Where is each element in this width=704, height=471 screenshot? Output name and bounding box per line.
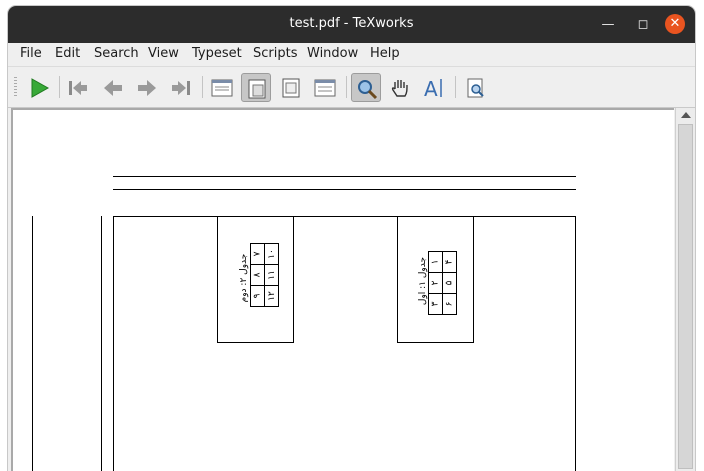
table-cell: ۱۰ bbox=[264, 243, 279, 265]
close-button[interactable]: ✕ bbox=[665, 14, 685, 34]
menu-search[interactable]: Search bbox=[94, 46, 139, 61]
table-cell: ۱ bbox=[428, 251, 443, 273]
toolbar-separator bbox=[202, 76, 203, 98]
magnify-button[interactable] bbox=[351, 73, 381, 102]
table-cell: ۶ bbox=[442, 293, 457, 315]
find-button[interactable] bbox=[461, 73, 491, 102]
menu-file[interactable]: File bbox=[20, 46, 42, 61]
table-grid-right: ۱۴ ۲۵ ۳۶ bbox=[428, 251, 457, 315]
actual-size-button[interactable] bbox=[207, 73, 237, 102]
vertical-scrollbar[interactable] bbox=[675, 108, 695, 471]
maximize-button[interactable]: ◻ bbox=[632, 15, 654, 35]
menu-view[interactable]: View bbox=[148, 46, 179, 61]
texworks-window: test.pdf - TeXworks — ◻ ✕ File Edit Sear… bbox=[8, 6, 695, 471]
next-page-icon bbox=[138, 80, 156, 96]
magnify-icon bbox=[358, 80, 378, 100]
table-cell: ۹ bbox=[250, 285, 265, 307]
header-rule-top bbox=[113, 176, 576, 177]
pdf-viewer[interactable]: جدول ۲: دوم ۷ ۱۰ ۸ ۱۱ ۹ ۱۲ جدول ۱: اول ۱۴ ۲… bbox=[11, 108, 674, 471]
pdf-page: جدول ۲: دوم ۷ ۱۰ ۸ ۱۱ ۹ ۱۲ جدول ۱: اول ۱۴ ۲… bbox=[13, 110, 674, 471]
toolbar-separator bbox=[59, 76, 60, 98]
toolbar-separator bbox=[346, 76, 347, 98]
table-caption-left: جدول ۲: دوم bbox=[239, 253, 249, 303]
continuous-scroll-button[interactable] bbox=[310, 73, 340, 102]
menu-edit[interactable]: Edit bbox=[55, 46, 80, 61]
window-title: test.pdf - TeXworks bbox=[289, 16, 414, 31]
fit-window-button[interactable] bbox=[276, 73, 306, 102]
fit-width-icon bbox=[248, 79, 266, 99]
menu-typeset[interactable]: Typeset bbox=[192, 46, 242, 61]
pan-hand-icon bbox=[391, 80, 408, 97]
typeset-button[interactable] bbox=[24, 73, 54, 102]
scroll-up-arrow-icon[interactable] bbox=[681, 112, 691, 118]
fit-window-icon bbox=[282, 78, 300, 98]
table-float-right: جدول ۱: اول ۱۴ ۲۵ ۳۶ bbox=[397, 216, 474, 343]
table-cell: ۷ bbox=[250, 243, 265, 265]
select-text-button[interactable]: A bbox=[419, 73, 449, 102]
minimize-button[interactable]: — bbox=[597, 15, 619, 35]
scrollbar-thumb[interactable] bbox=[678, 124, 693, 469]
margin-line-inner bbox=[101, 216, 102, 471]
toolbar-separator bbox=[455, 76, 456, 98]
select-text-icon: A bbox=[424, 77, 442, 99]
play-typeset-icon bbox=[31, 78, 50, 98]
continuous-scroll-icon bbox=[314, 79, 336, 97]
menu-help[interactable]: Help bbox=[370, 46, 400, 61]
menu-scripts[interactable]: Scripts bbox=[253, 46, 297, 61]
header-rule-bottom bbox=[113, 189, 576, 190]
table-cell: ۵ bbox=[442, 272, 457, 294]
table-cell: ۳ bbox=[428, 293, 443, 315]
toolbar: A bbox=[8, 67, 695, 108]
table-cell: ۱۲ bbox=[264, 285, 279, 307]
toolbar-grip[interactable] bbox=[14, 77, 17, 97]
margin-line-outer bbox=[32, 216, 33, 471]
last-page-button[interactable] bbox=[166, 73, 196, 102]
table-cell: ۸ bbox=[250, 264, 265, 286]
svg-text:A: A bbox=[424, 77, 438, 99]
fit-width-button[interactable] bbox=[241, 73, 271, 102]
actual-size-icon bbox=[211, 79, 233, 97]
last-page-icon bbox=[172, 81, 190, 95]
table-cell: ۱۱ bbox=[264, 264, 279, 286]
menu-window[interactable]: Window bbox=[307, 46, 358, 61]
first-page-icon bbox=[69, 81, 87, 95]
table-cell: ۴ bbox=[442, 251, 457, 273]
text-frame bbox=[113, 216, 576, 471]
title-bar[interactable]: test.pdf - TeXworks — ◻ ✕ bbox=[8, 6, 695, 43]
find-icon bbox=[467, 78, 484, 98]
table-float-left: جدول ۲: دوم ۷ ۱۰ ۸ ۱۱ ۹ ۱۲ bbox=[217, 216, 294, 343]
next-page-button[interactable] bbox=[132, 73, 162, 102]
previous-page-icon bbox=[104, 80, 122, 96]
menu-bar: File Edit Search View Typeset Scripts Wi… bbox=[8, 43, 695, 67]
table-cell: ۲ bbox=[428, 272, 443, 294]
table-grid-left: ۷ ۱۰ ۸ ۱۱ ۹ ۱۲ bbox=[250, 243, 279, 307]
first-page-button[interactable] bbox=[63, 73, 93, 102]
pan-button[interactable] bbox=[385, 73, 415, 102]
previous-page-button[interactable] bbox=[98, 73, 128, 102]
